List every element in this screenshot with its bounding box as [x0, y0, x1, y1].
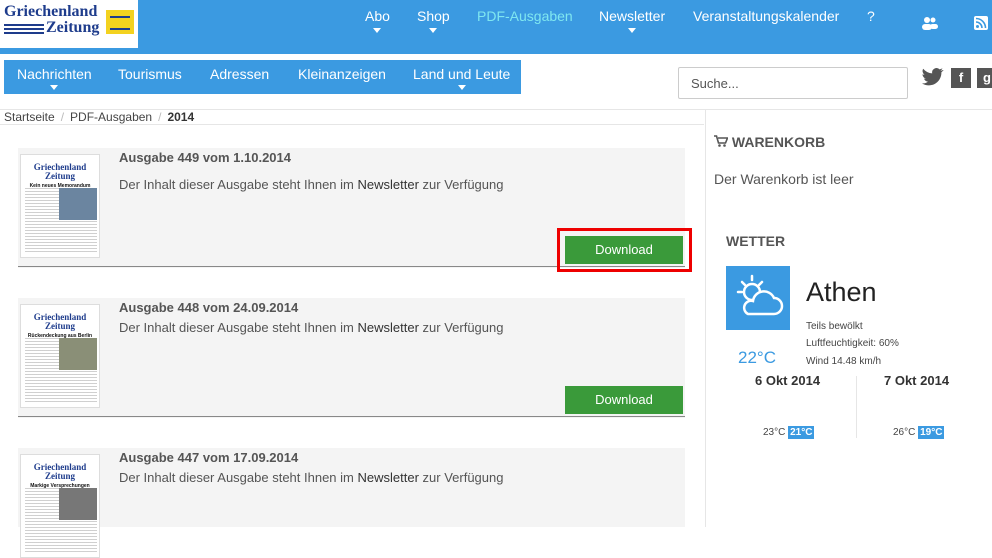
newsletter-link[interactable]: Newsletter — [357, 470, 418, 485]
category-navbar: Nachrichten Tourismus Adressen Kleinanze… — [4, 60, 521, 94]
logo-text: Griechenland Zeitung — [4, 4, 99, 36]
topnav-veranstaltungskalender[interactable]: Veranstaltungskalender — [693, 8, 839, 24]
caret-down-icon — [429, 28, 438, 33]
download-button[interactable]: Download — [565, 386, 683, 414]
issue-title[interactable]: Ausgabe 447 vom 17.09.2014 — [119, 450, 298, 465]
newsletter-link[interactable]: Newsletter — [357, 177, 418, 192]
weather-current-temp: 22°C — [738, 348, 776, 367]
caret-down-icon — [457, 85, 466, 90]
logo-line1: Griechenland — [4, 3, 98, 20]
issue-title[interactable]: Ausgabe 449 vom 1.10.2014 — [119, 150, 291, 165]
sidebar-divider — [705, 110, 706, 527]
weather-humidity: Luftfeuchtigkeit: 60% — [806, 338, 899, 349]
shopping-cart-icon — [714, 134, 729, 150]
caret-down-icon — [373, 28, 382, 33]
issue-description: Der Inhalt dieser Ausgabe steht Ihnen im… — [119, 320, 504, 335]
subnav-tourismus[interactable]: Tourismus — [118, 66, 182, 82]
forecast-low: 26°C — [893, 427, 916, 438]
issue-cover-thumbnail[interactable]: Griechenland Zeitung Rückendeckung aus Be… — [20, 304, 100, 408]
forecast-divider — [856, 376, 857, 438]
caret-down-icon — [628, 28, 637, 33]
weather-condition: Teils bewölkt — [806, 321, 863, 332]
forecast-temps: 23°C 21°C — [763, 426, 815, 439]
topnav-shop[interactable]: Shop — [417, 8, 450, 33]
issue-title[interactable]: Ausgabe 448 vom 24.09.2014 — [119, 300, 298, 315]
subnav-kleinanzeigen[interactable]: Kleinanzeigen — [298, 66, 386, 82]
subnav-land-und-leute[interactable]: Land und Leute — [413, 66, 510, 90]
subnav-adressen[interactable]: Adressen — [210, 66, 269, 82]
cover-photo — [59, 488, 97, 520]
topnav-newsletter[interactable]: Newsletter — [599, 8, 665, 33]
download-highlight-box — [557, 228, 692, 272]
forecast-low: 23°C — [763, 427, 786, 438]
breadcrumb-section[interactable]: PDF-Ausgaben — [70, 110, 152, 124]
forecast-date: 7 Okt 2014 — [884, 373, 950, 388]
breadcrumb-home[interactable]: Startseite — [4, 110, 55, 124]
topnav-help[interactable]: ? — [867, 8, 875, 24]
search-input[interactable] — [678, 67, 908, 99]
forecast-high: 19°C — [918, 426, 945, 439]
caret-down-icon — [50, 85, 59, 90]
forecast-date: 6 Okt 2014 — [755, 373, 821, 388]
weather-heading: WETTER — [726, 233, 786, 249]
users-icon[interactable] — [922, 16, 938, 33]
facebook-icon[interactable]: f — [951, 68, 971, 88]
topnav-pdf-ausgaben[interactable]: PDF-Ausgaben — [477, 8, 573, 24]
issue-description: Der Inhalt dieser Ausgabe steht Ihnen im… — [119, 177, 504, 192]
cover-photo — [59, 338, 97, 370]
logo-sun-icon — [106, 10, 134, 34]
cart-empty-text: Der Warenkorb ist leer — [714, 171, 854, 187]
subnav-nachrichten[interactable]: Nachrichten — [17, 66, 92, 90]
forecast-high: 21°C — [788, 426, 815, 439]
logo-line2: Zeitung — [46, 19, 100, 36]
cover-masthead: Griechenland Zeitung — [33, 312, 87, 331]
cart-heading: WARENKORB — [714, 134, 825, 150]
cover-masthead: Griechenland Zeitung — [33, 462, 87, 481]
partly-cloudy-icon — [726, 266, 790, 330]
cover-photo — [59, 188, 97, 220]
google-plus-icon[interactable]: g — [977, 68, 992, 88]
weather-city: Athen — [806, 277, 877, 307]
issue-list-item: Griechenland Zeitung Markige Versprechung… — [18, 448, 685, 558]
issue-cover-thumbnail[interactable]: Griechenland Zeitung Kein neues Memorandu… — [20, 154, 100, 258]
breadcrumb: Startseite / PDF-Ausgaben/2014 — [4, 110, 195, 124]
issue-list-item: Griechenland Zeitung Rückendeckung aus Be… — [18, 298, 685, 418]
cover-masthead: Griechenland Zeitung — [33, 162, 87, 181]
issue-description: Der Inhalt dieser Ausgabe steht Ihnen im… — [119, 470, 504, 485]
topnav-abo[interactable]: Abo — [365, 8, 390, 33]
top-navbar: Griechenland Zeitung Abo Shop PDF-Ausgab… — [0, 0, 992, 54]
twitter-icon[interactable] — [922, 68, 944, 91]
weather-wind: Wind 14.48 km/h — [806, 356, 882, 367]
breadcrumb-divider — [0, 124, 704, 125]
breadcrumb-current: 2014 — [167, 110, 195, 124]
issue-cover-thumbnail[interactable]: Griechenland Zeitung Markige Versprechung… — [20, 454, 100, 558]
newsletter-link[interactable]: Newsletter — [357, 320, 418, 335]
rss-icon[interactable] — [974, 16, 988, 33]
forecast-temps: 26°C 19°C — [893, 426, 945, 439]
site-logo[interactable]: Griechenland Zeitung — [0, 0, 138, 48]
